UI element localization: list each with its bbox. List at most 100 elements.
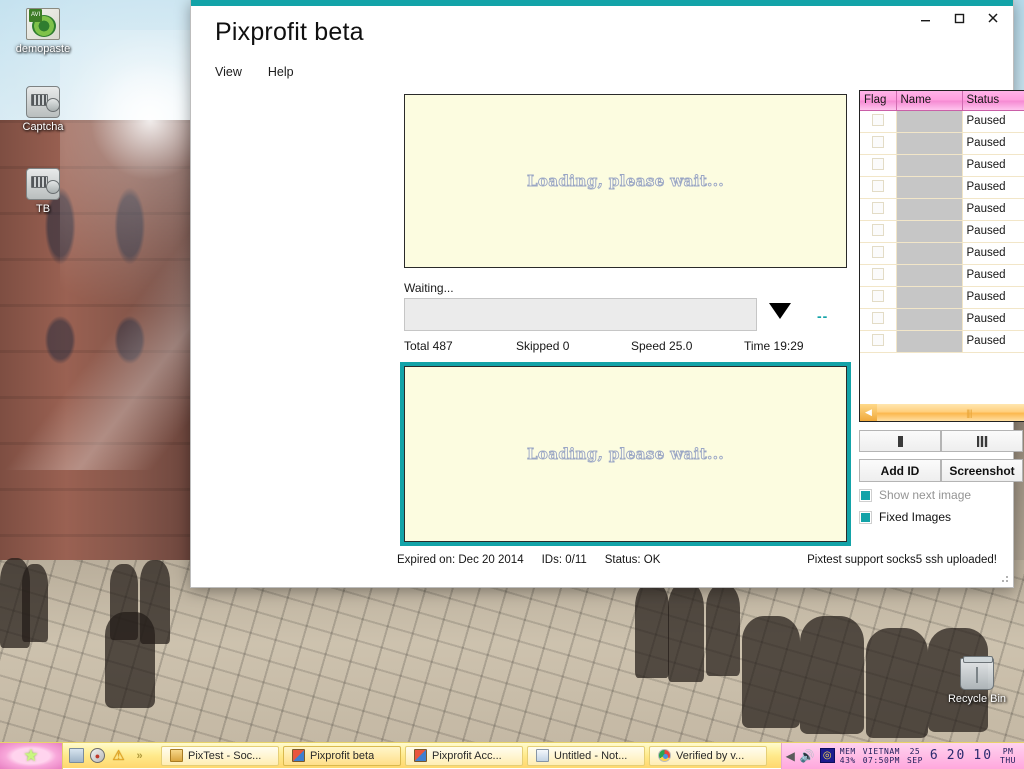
resize-grip[interactable] [998,572,1010,584]
preview-loading-text: Loading, please wait... [527,445,724,463]
triangle-down-icon[interactable] [769,303,791,319]
cell-flag[interactable] [860,110,896,132]
column-header-name[interactable]: Name [896,91,962,110]
table-horizontal-scrollbar[interactable]: ◀ |||| ▶ [860,404,1024,421]
cell-flag[interactable] [860,286,896,308]
table-row[interactable]: PausedPic:2588Pri: 655 [860,220,1024,242]
stop-button[interactable] [941,430,1023,452]
flag-checkbox-icon[interactable] [872,268,884,280]
checkbox-label: Show next image [879,488,971,502]
scrollbar-track[interactable]: |||| [877,404,1024,421]
clock-gadget[interactable]: MEM 43% VIETNAM 07:50PM 25 SEP 6 20 10 P… [840,747,1020,765]
chrome-icon [658,749,671,762]
checkbox-icon[interactable] [859,489,872,502]
cell-flag[interactable] [860,220,896,242]
flag-checkbox-icon[interactable] [872,334,884,346]
table-row[interactable]: PausedPic:3274Pri: 755 [860,154,1024,176]
flag-checkbox-icon[interactable] [872,180,884,192]
maximize-icon[interactable] [949,8,969,28]
table-row[interactable]: PausedPic:1387Pri: 515 [860,330,1024,352]
desktop-icon-captcha[interactable]: Captcha [4,86,82,134]
speaker-icon[interactable]: 🔊 [800,749,815,763]
table-row[interactable]: PausedPic:3325Pri: 768 [860,132,1024,154]
desktop-icon-label: demopaste [16,43,70,55]
cell-status: Paused [962,132,1024,154]
stat-skipped: Skipped 0 [516,339,569,353]
image-preview-top[interactable]: Loading, please wait... [404,94,847,268]
cell-flag[interactable] [860,198,896,220]
table-row[interactable]: PausedPic:2697Pri: 655 [860,242,1024,264]
taskbar-task-label: Pixprofit Acc... [432,750,502,762]
column-header-flag[interactable]: Flag [860,91,896,110]
taskbar-task[interactable]: Untitled - Not... [527,746,645,766]
flag-checkbox-icon[interactable] [872,312,884,324]
status-ok: Status: OK [605,554,661,566]
cell-flag[interactable] [860,132,896,154]
menu-item-view[interactable]: View [213,64,244,80]
scrollbar-thumb[interactable]: |||| [877,404,1024,421]
minimize-icon[interactable] [915,8,935,28]
window-title: Pixprofit beta [215,18,364,47]
table-row[interactable]: PausedPic:1457Pri: 512 [860,308,1024,330]
warning-icon[interactable]: ⚠ [111,748,126,763]
table-row[interactable]: PausedPic:1764Pri: 523 [860,264,1024,286]
cell-name [896,154,962,176]
cell-flag[interactable] [860,154,896,176]
chevron-left-icon[interactable]: ◀ [786,749,795,763]
flag-checkbox-icon[interactable] [872,136,884,148]
flag-checkbox-icon[interactable] [872,158,884,170]
taskbar-task[interactable]: PixTest - Soc... [161,746,279,766]
window-accent-bar [191,0,1013,6]
memory-value: 43% [840,756,856,765]
cell-flag[interactable] [860,330,896,352]
cell-status: Paused [962,198,1024,220]
flag-checkbox-icon[interactable] [872,246,884,258]
taskbar[interactable]: ★ ● ⚠ » PixTest - Soc...Pixprofit betaPi… [0,742,1024,768]
desktop-icon-tb[interactable]: TB [4,168,82,216]
taskbar-task[interactable]: Pixprofit beta [283,746,401,766]
flag-checkbox-icon[interactable] [872,114,884,126]
cell-flag[interactable] [860,264,896,286]
accounts-table[interactable]: Flag Name Status Balance Info Posted Pau… [859,90,1024,422]
start-button[interactable]: ★ [0,743,62,769]
chevron-left-icon[interactable]: ◀ [860,404,877,421]
taskbar-task[interactable]: Verified by v... [649,746,767,766]
desktop-icon-recycle-bin[interactable]: Recycle Bin [938,658,1016,706]
cell-flag[interactable] [860,176,896,198]
table-row[interactable]: PausedPic:1685Pri: 522 [860,286,1024,308]
network-icon[interactable]: ◎ [820,748,835,763]
clock-icon[interactable]: ● [90,748,105,763]
add-id-button[interactable]: Add ID [859,459,941,482]
close-icon[interactable] [983,8,1003,28]
quick-launch-bar[interactable]: ● ⚠ » [62,743,153,769]
screenshot-button[interactable]: Screenshot [941,459,1023,482]
taskbar-task[interactable]: Pixprofit Acc... [405,746,523,766]
table-row[interactable]: PausedPic:3001Pri: 759 [860,110,1024,132]
background-crowd [22,564,48,642]
flag-checkbox-icon[interactable] [872,202,884,214]
cell-flag[interactable] [860,242,896,264]
flag-checkbox-icon[interactable] [872,290,884,302]
task-list[interactable]: PixTest - Soc...Pixprofit beta Pixprofit … [153,746,781,766]
checkbox-icon[interactable] [859,511,872,524]
taskbar-task-label: Verified by v... [676,750,744,762]
table-row[interactable]: PausedPic:3443Pri: 761 [860,176,1024,198]
cell-status: Paused [962,264,1024,286]
cell-flag[interactable] [860,308,896,330]
pixprofit-window[interactable]: Pixprofit beta View Help Loading, please… [190,0,1014,588]
menu-bar[interactable]: View Help [213,64,296,80]
show-desktop-icon[interactable] [69,748,84,763]
image-preview-bottom[interactable]: Loading, please wait... [404,366,847,542]
table-row[interactable]: PausedPic:2506Pri: 650 [860,198,1024,220]
system-tray[interactable]: ◀ 🔊 ◎ MEM 43% VIETNAM 07:50PM 25 SEP 6 2… [781,743,1024,769]
checkbox-fixed-images[interactable]: Fixed Images [859,510,951,524]
checkbox-show-next-image[interactable]: Show next image [859,488,971,502]
pause-button[interactable] [859,430,941,452]
table-header-row: Flag Name Status Balance Info Posted [860,91,1024,110]
column-header-status[interactable]: Status [962,91,1024,110]
flag-checkbox-icon[interactable] [872,224,884,236]
desktop-icon-demopaste[interactable]: demopaste [4,8,82,56]
menu-item-help[interactable]: Help [266,64,296,80]
window-controls[interactable] [915,8,1003,28]
chevron-right-icon[interactable]: » [132,748,147,763]
